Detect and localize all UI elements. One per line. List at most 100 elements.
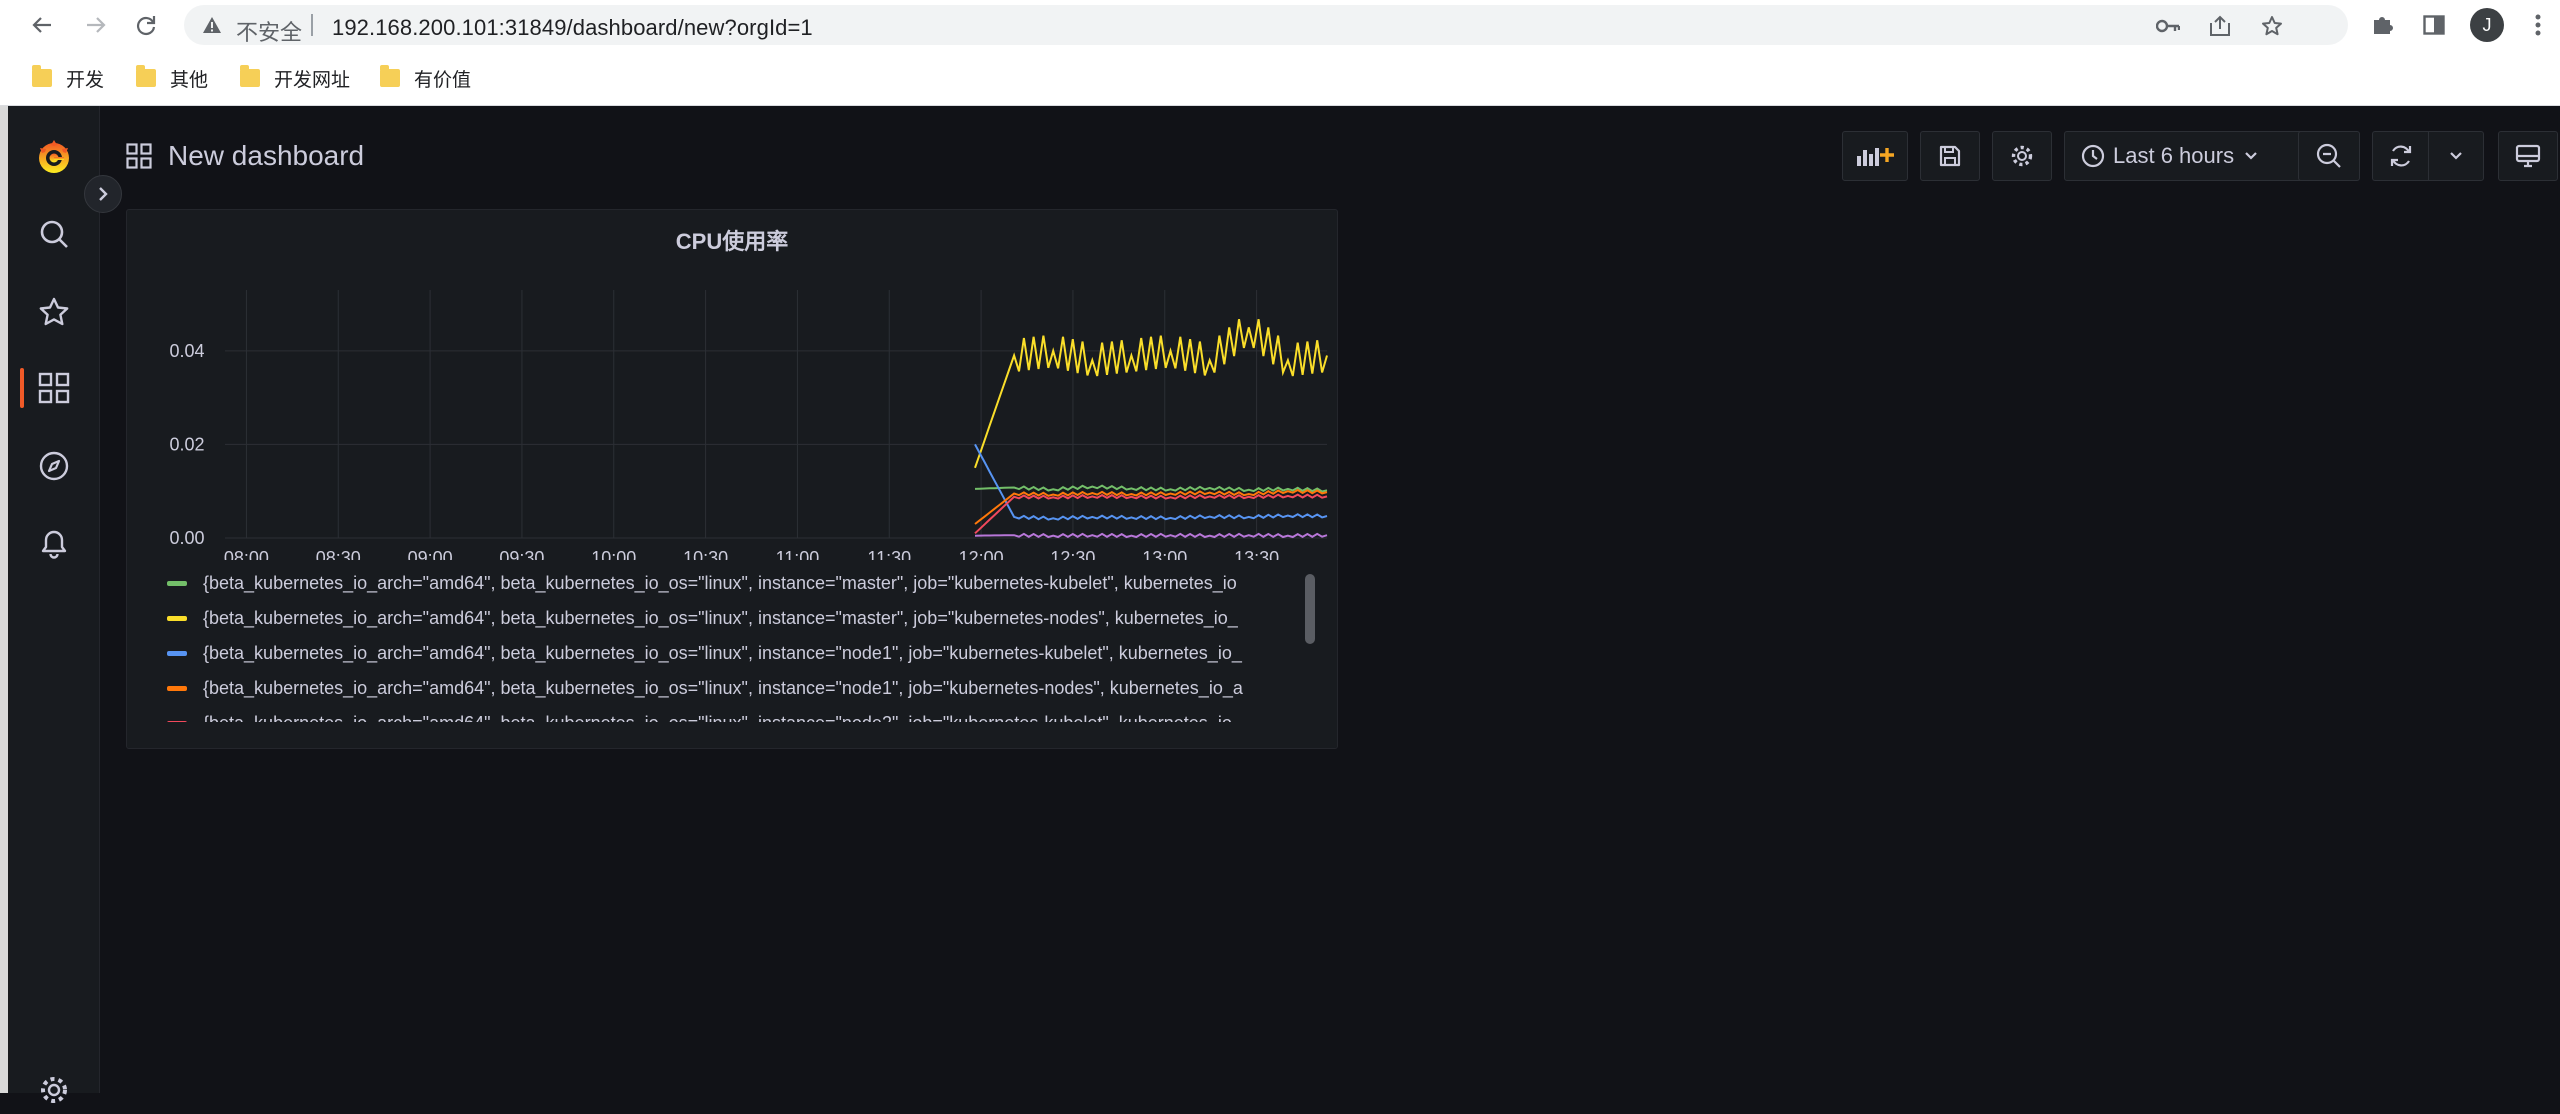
save-dashboard-button[interactable] <box>1920 131 1980 181</box>
y-tick-label: 0.02 <box>169 434 204 454</box>
x-tick-label: 09:00 <box>408 548 453 560</box>
browser-menu-button[interactable] <box>2522 9 2554 41</box>
warning-triangle-icon <box>203 17 221 33</box>
bookmark-folder[interactable]: 开发网址 <box>240 65 350 91</box>
series-line <box>974 319 1328 469</box>
legend-item[interactable]: {beta_kubernetes_io_arch="amd64", beta_k… <box>167 638 1317 668</box>
time-range-label: Last 6 hours <box>2113 143 2235 168</box>
nav-dashboards[interactable] <box>30 364 78 412</box>
refresh-dashboard-button[interactable] <box>2372 131 2428 181</box>
x-tick-label: 10:00 <box>591 548 636 560</box>
dashboard-settings-button[interactable] <box>1992 131 2052 181</box>
x-tick-label: 11:30 <box>867 548 911 560</box>
legend-item[interactable]: {beta_kubernetes_io_arch="amd64", beta_k… <box>167 673 1317 703</box>
chevron-right-icon <box>99 187 108 201</box>
clock-icon <box>2081 144 2105 168</box>
legend-label: {beta_kubernetes_io_arch="amd64", beta_k… <box>203 607 1238 628</box>
tv-mode-button[interactable] <box>2498 131 2558 181</box>
zoom-out-icon <box>2316 143 2341 168</box>
side-panel-icon <box>2423 15 2445 35</box>
legend-item[interactable]: {beta_kubernetes_io_arch="amd64", beta_k… <box>167 603 1317 633</box>
chevron-down-icon <box>2450 152 2462 160</box>
puzzle-icon <box>2374 17 2393 34</box>
legend-swatch <box>167 685 187 691</box>
series-line <box>974 532 1328 539</box>
back-button[interactable] <box>26 9 58 41</box>
dashboard-title-bar: New dashboard <box>126 140 364 172</box>
separator <box>311 14 313 36</box>
nav-explore[interactable] <box>30 442 78 490</box>
folder-icon <box>240 65 260 87</box>
chart-grid <box>225 290 1327 539</box>
zoom-out-button[interactable] <box>2298 131 2360 181</box>
settings-gear-icon <box>2011 145 2033 167</box>
share-button[interactable] <box>2206 14 2234 38</box>
url-text[interactable]: 192.168.200.101:31849/dashboard/new?orgI… <box>332 15 813 41</box>
bookmark-label: 开发 <box>66 69 105 91</box>
tv-mode-icon <box>2515 144 2541 168</box>
dashboards-icon <box>38 372 70 404</box>
nav-configuration[interactable] <box>30 1066 78 1114</box>
x-axis: 08:00 08:30 09:00 09:30 10:00 10:30 11:00 11:30… <box>224 548 1279 560</box>
star-icon <box>39 297 69 326</box>
x-tick-label: 12:00 <box>959 548 1004 560</box>
x-tick-label: 10:30 <box>683 548 728 560</box>
add-panel-button[interactable] <box>1842 131 1908 181</box>
insecure-label[interactable]: 不安全 <box>236 15 302 47</box>
sidenav-expand-button[interactable] <box>84 175 122 213</box>
address-bar[interactable]: 不安全 192.168.200.101:31849/dashboard/new?… <box>184 5 2348 45</box>
timeseries-chart[interactable]: 0.00 0.02 0.04 08:00 08:30 09:00 09:30 10:00 10… <box>127 210 1338 560</box>
legend-label: {beta_kubernetes_io_arch="amd64", beta_k… <box>203 572 1237 593</box>
dashboard-title[interactable]: New dashboard <box>168 140 364 172</box>
grafana-home-link[interactable] <box>30 133 78 181</box>
legend-item[interactable]: {beta_kubernetes_io_arch="amd64", beta_k… <box>167 568 1317 598</box>
x-tick-label: 11:00 <box>776 548 820 560</box>
bookmarks-bar: 开发 其他 开发网址 有价值 <box>0 50 2560 106</box>
bookmark-label: 其他 <box>170 69 209 91</box>
forward-button[interactable] <box>80 9 112 41</box>
chart-legend: {beta_kubernetes_io_arch="amd64", beta_k… <box>127 560 1337 740</box>
legend-scrollbar[interactable] <box>1305 574 1315 644</box>
extensions-button[interactable] <box>2366 9 2398 41</box>
bookmark-folder[interactable]: 其他 <box>136 65 208 91</box>
nav-alerting[interactable] <box>30 520 78 568</box>
x-tick-label: 08:30 <box>316 548 361 560</box>
y-tick-label: 0.00 <box>169 528 204 548</box>
bookmark-star-button[interactable] <box>2258 14 2286 38</box>
profile-avatar[interactable]: J <box>2470 8 2504 42</box>
refresh-interval-dropdown[interactable] <box>2428 131 2484 181</box>
bookmark-label: 开发网址 <box>274 69 351 91</box>
y-tick-label: 0.04 <box>169 341 204 361</box>
legend-swatch <box>167 580 187 586</box>
side-panel-button[interactable] <box>2418 9 2450 41</box>
search-icon <box>40 220 68 248</box>
password-key-button[interactable] <box>2154 14 2182 38</box>
more-vertical-icon <box>2535 14 2541 36</box>
grafana-app: New dashboard Last 6 hours CPU使用率 0.00 0.… <box>0 106 2560 1103</box>
nav-starred[interactable] <box>30 288 78 336</box>
legend-label: {beta_kubernetes_io_arch="amd64", beta_k… <box>203 642 1242 663</box>
share-icon <box>2210 15 2230 36</box>
x-tick-label: 09:30 <box>499 548 544 560</box>
legend-overflow-mask <box>127 722 1337 748</box>
time-picker-button[interactable]: Last 6 hours <box>2064 131 2304 181</box>
series-line <box>974 493 1328 535</box>
cpu-usage-panel[interactable]: CPU使用率 0.00 0.02 0.04 08:00 08:30 09:00 09:30… <box>126 209 1338 749</box>
x-tick-label: 12:30 <box>1050 548 1095 560</box>
chevron-down-icon <box>2245 152 2257 160</box>
legend-label: {beta_kubernetes_io_arch="amd64", beta_k… <box>203 677 1243 698</box>
x-tick-label: 13:00 <box>1142 548 1187 560</box>
star-outline-icon <box>2262 16 2282 36</box>
folder-icon <box>136 65 156 87</box>
save-icon <box>1939 145 1961 167</box>
nav-search[interactable] <box>30 210 78 258</box>
bookmark-folder[interactable]: 开发 <box>32 65 104 91</box>
add-panel-icon <box>1857 148 1894 166</box>
bookmark-label: 有价值 <box>414 69 472 91</box>
arrow-right-icon <box>87 17 106 33</box>
reload-button[interactable] <box>130 9 162 41</box>
alerting-bell-icon <box>41 530 67 559</box>
dashboards-icon <box>126 143 152 169</box>
browser-toolbar: 不安全 192.168.200.101:31849/dashboard/new?… <box>0 0 2560 50</box>
bookmark-folder[interactable]: 有价值 <box>380 65 471 91</box>
